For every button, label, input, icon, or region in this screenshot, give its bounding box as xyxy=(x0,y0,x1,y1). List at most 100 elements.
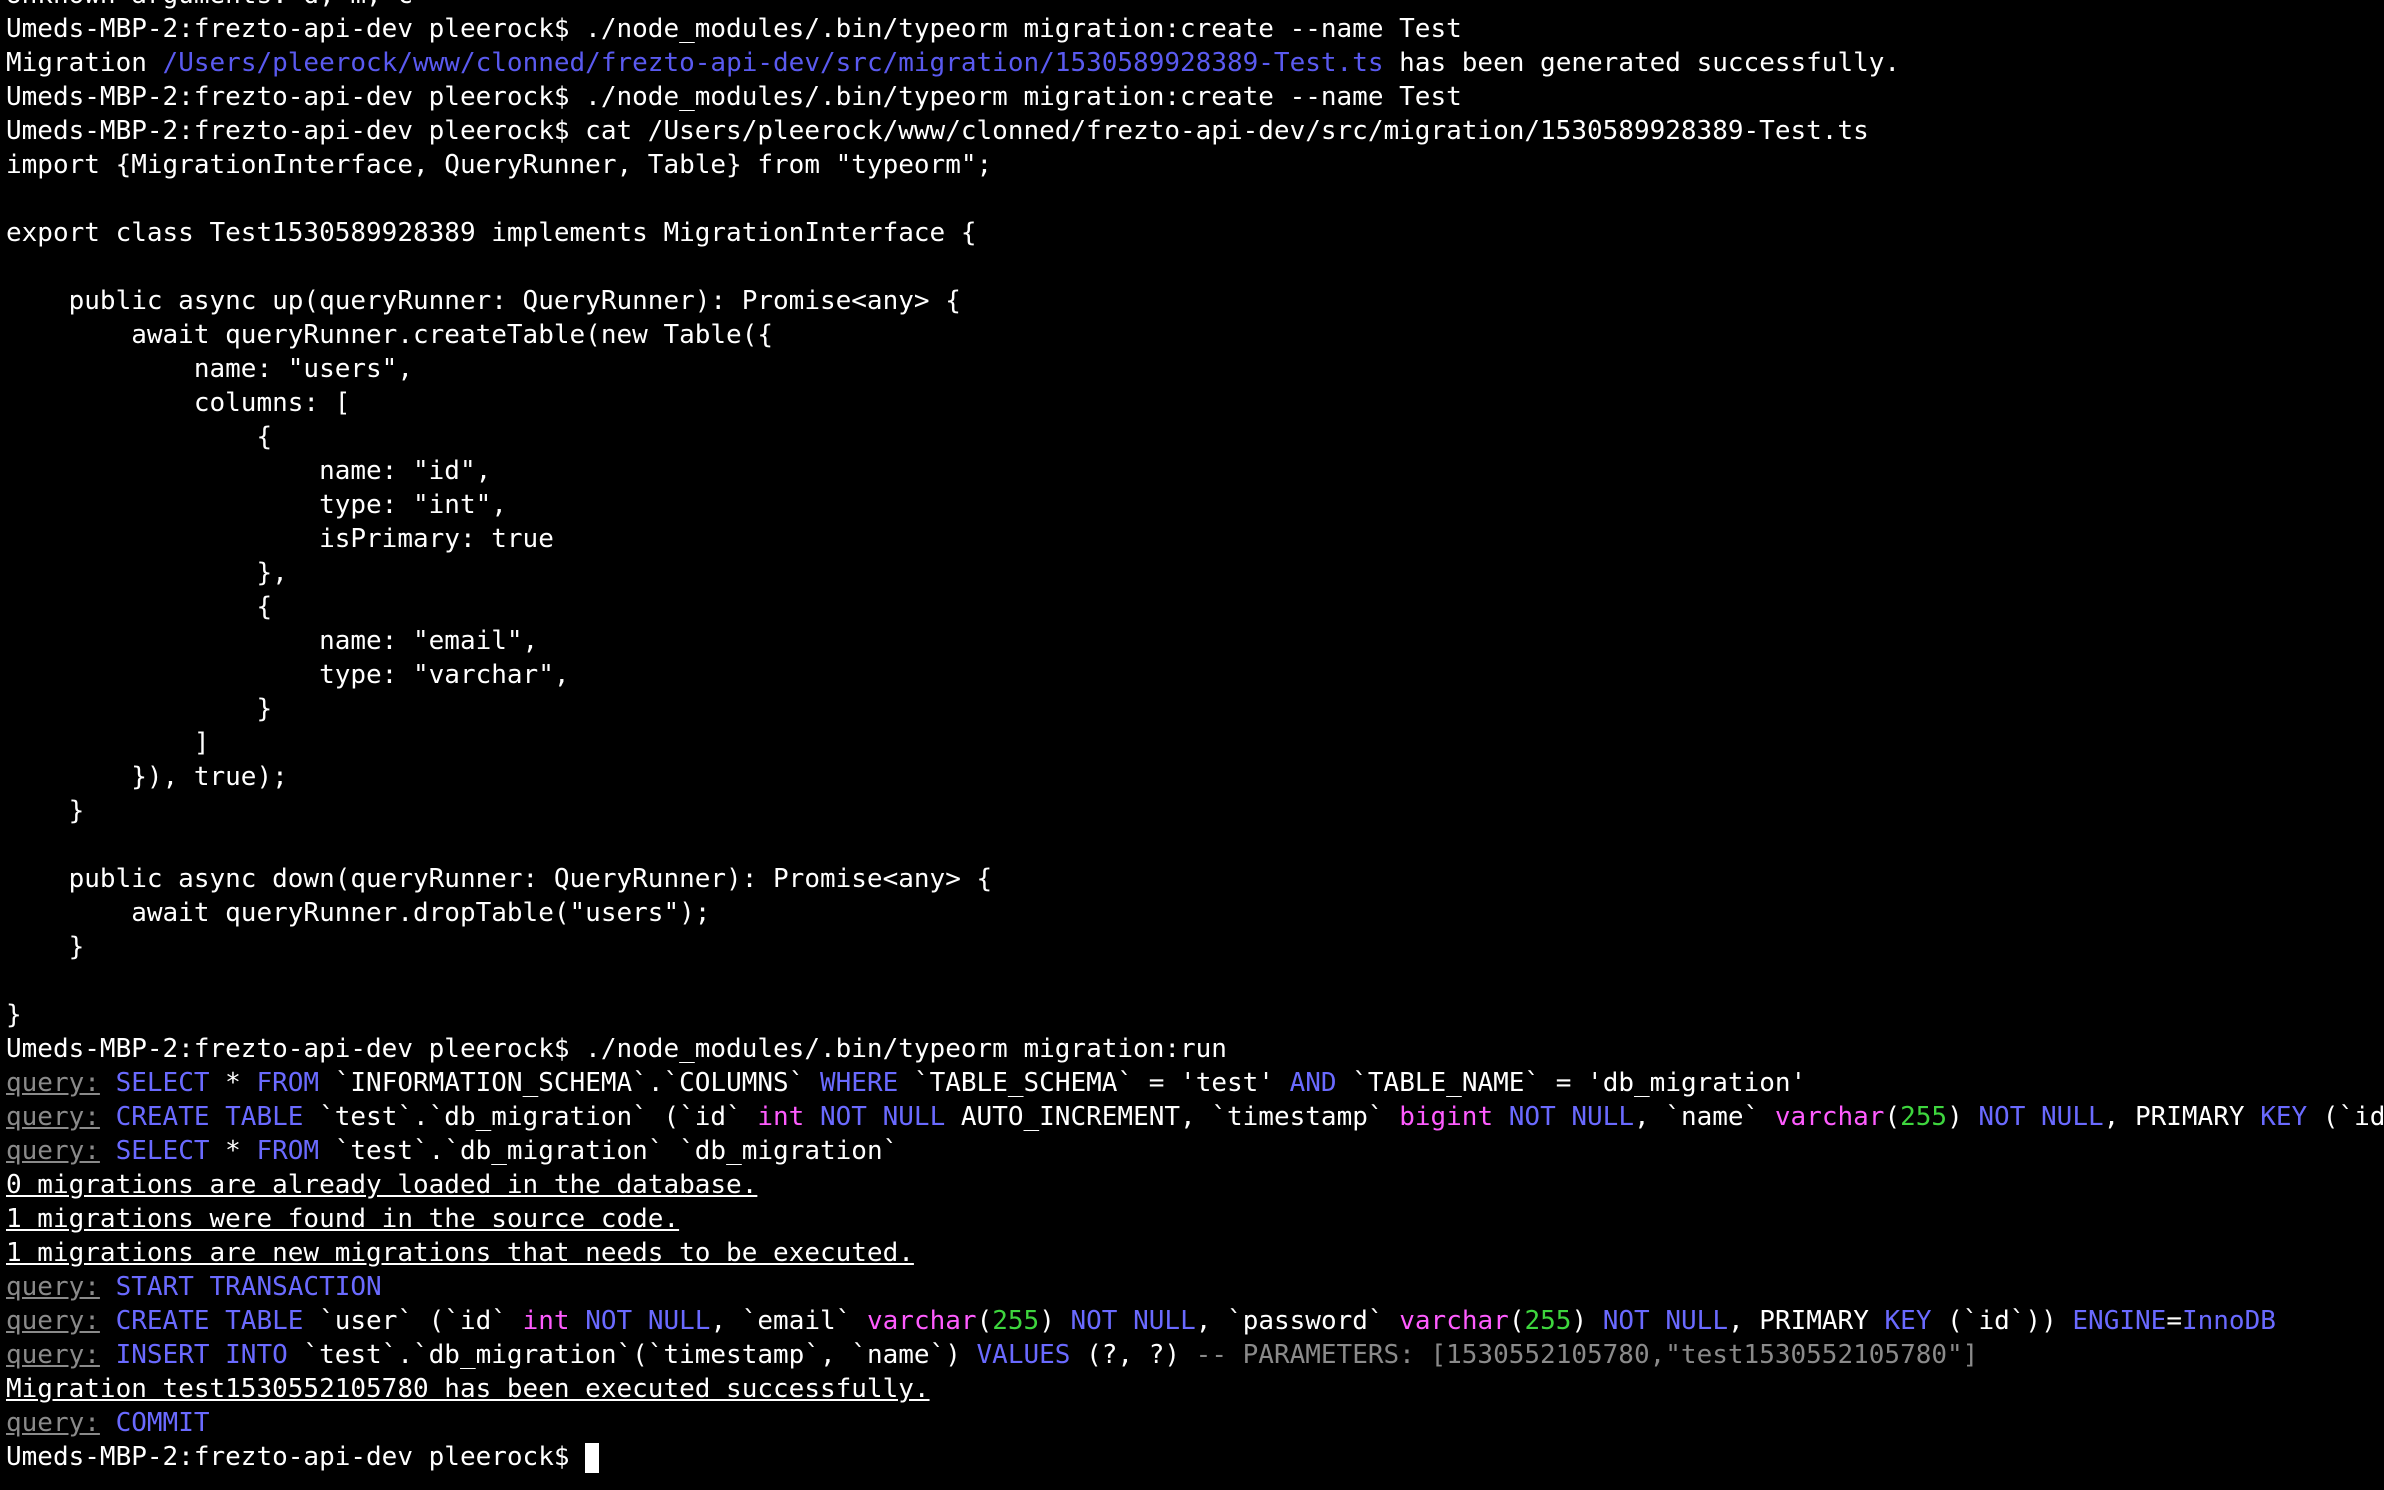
terminal-text: Umeds-MBP-2:frezto-api-dev pleerock$ ./n… xyxy=(6,14,1462,44)
terminal-text: FROM xyxy=(256,1068,320,1098)
terminal-line: type: "varchar", xyxy=(6,658,570,692)
terminal-line: await queryRunner.dropTable("users"); xyxy=(6,896,710,930)
terminal-line: Migration /Users/pleerock/www/clonned/fr… xyxy=(6,46,1900,80)
terminal-text: 255 xyxy=(992,1306,1040,1336)
terminal-line: name: "id", xyxy=(6,454,491,488)
terminal-text: 1 migrations were found in the source co… xyxy=(6,1204,680,1234)
terminal-line: query: COMMIT xyxy=(6,1406,210,1440)
terminal-line: query: SELECT * FROM `test`.`db_migratio… xyxy=(6,1134,898,1168)
terminal-text: CREATE TABLE xyxy=(115,1306,304,1336)
terminal-line: type: "int", xyxy=(6,488,507,522)
terminal-text: COMMIT xyxy=(115,1408,210,1438)
terminal-text: VALUES xyxy=(976,1340,1071,1370)
terminal-line: } xyxy=(6,998,22,1032)
terminal-text: (`id`)) xyxy=(1931,1306,2073,1336)
terminal-text: START TRANSACTION xyxy=(115,1272,382,1302)
terminal-text[interactable]: /Users/pleerock/www/clonned/frezto-api-d… xyxy=(163,48,1384,78)
terminal-text: 255 xyxy=(1900,1102,1948,1132)
terminal-text: await queryRunner.createTable(new Table(… xyxy=(6,320,774,350)
terminal-line: public async down(queryRunner: QueryRunn… xyxy=(6,862,993,896)
terminal-text: `user` (`id` xyxy=(303,1306,523,1336)
terminal-text: Umeds-MBP-2:frezto-api-dev pleerock$ ./n… xyxy=(6,82,1462,112)
terminal-text: Unknown arguments: d, m, c xyxy=(6,0,413,10)
terminal-text: * xyxy=(209,1068,257,1098)
terminal-line: query: INSERT INTO `test`.`db_migration`… xyxy=(6,1338,1978,1372)
terminal-text: CREATE TABLE xyxy=(115,1102,304,1132)
terminal-text: int xyxy=(757,1102,805,1132)
terminal-text: }), true); xyxy=(6,762,288,792)
terminal-text: name: "users", xyxy=(6,354,413,384)
terminal-text: { xyxy=(6,422,273,452)
terminal-text: NOT NULL xyxy=(585,1306,711,1336)
terminal-line: }), true); xyxy=(6,760,288,794)
terminal-text: NOT NULL xyxy=(820,1102,946,1132)
terminal-line: query: SELECT * FROM `INFORMATION_SCHEMA… xyxy=(6,1066,1806,1100)
terminal-text: { xyxy=(6,592,273,622)
query-label: query: xyxy=(6,1306,100,1336)
terminal-text: (?, ?) xyxy=(1070,1340,1196,1370)
terminal-text: WHERE xyxy=(820,1068,899,1098)
terminal-line: import {MigrationInterface, QueryRunner,… xyxy=(6,148,992,182)
terminal-line: } xyxy=(6,930,85,964)
terminal-text: Migration test1530552105780 has been exe… xyxy=(6,1374,930,1404)
terminal-line: Migration test1530552105780 has been exe… xyxy=(6,1372,930,1406)
terminal-line: query: CREATE TABLE `test`.`db_migration… xyxy=(6,1100,2384,1134)
terminal-text: type: "int", xyxy=(6,490,507,520)
terminal-text: name: "id", xyxy=(6,456,492,486)
terminal-text: ) xyxy=(1947,1102,1979,1132)
terminal-text: export class Test1530589928389 implement… xyxy=(6,218,977,248)
terminal-text: type: "varchar", xyxy=(6,660,570,690)
terminal-line: { xyxy=(6,420,272,454)
terminal-text: FROM xyxy=(256,1136,320,1166)
terminal-line: export class Test1530589928389 implement… xyxy=(6,216,977,250)
terminal-text: int xyxy=(522,1306,570,1336)
terminal-text: bigint xyxy=(1399,1102,1494,1132)
terminal-text: varchar xyxy=(866,1306,977,1336)
terminal-text: KEY xyxy=(2260,1102,2308,1132)
terminal-text: -- PARAMETERS: [1530552105780,"test15305… xyxy=(1195,1340,1979,1370)
terminal-line: isPrimary: true xyxy=(6,522,554,556)
terminal-line: Unknown arguments: d, m, c xyxy=(6,0,413,12)
terminal-text: has been generated successfully. xyxy=(1383,48,1901,78)
terminal-text: SELECT xyxy=(115,1068,210,1098)
terminal-text: NOT NULL xyxy=(1070,1306,1196,1336)
terminal-line: 1 migrations are new migrations that nee… xyxy=(6,1236,914,1270)
terminal-line: Umeds-MBP-2:frezto-api-dev pleerock$ ./n… xyxy=(6,12,1462,46)
terminal-line: columns: [ xyxy=(6,386,351,420)
terminal-window[interactable]: Unknown arguments: d, m, c Umeds-MBP-2:fr… xyxy=(0,0,2384,1490)
terminal-text: public async up(queryRunner: QueryRunner… xyxy=(6,286,961,316)
query-label: query: xyxy=(6,1136,100,1166)
terminal-line: query: START TRANSACTION xyxy=(6,1270,382,1304)
terminal-line: name: "users", xyxy=(6,352,413,386)
terminal-text: `test`.`db_migration` (`id` xyxy=(303,1102,758,1132)
terminal-line: ] xyxy=(6,726,210,760)
terminal-text: varchar xyxy=(1774,1102,1885,1132)
terminal-text: ] xyxy=(6,728,210,758)
terminal-line: 0 migrations are already loaded in the d… xyxy=(6,1168,757,1202)
terminal-text: INSERT INTO xyxy=(115,1340,288,1370)
query-label: query: xyxy=(6,1408,100,1438)
terminal-text: `TABLE_NAME` = 'db_migration' xyxy=(1336,1068,1807,1098)
terminal-text: } xyxy=(6,796,85,826)
terminal-line: } xyxy=(6,794,85,828)
terminal-text: columns: [ xyxy=(6,388,351,418)
terminal-text: }, xyxy=(6,558,288,588)
terminal-text: NOT NULL xyxy=(1602,1306,1728,1336)
terminal-text: , `email` xyxy=(710,1306,867,1336)
terminal-text: varchar xyxy=(1399,1306,1509,1336)
terminal-text: 255 xyxy=(1524,1306,1572,1336)
terminal-line: Umeds-MBP-2:frezto-api-dev pleerock$ ./n… xyxy=(6,80,1462,114)
terminal-text: `test`.`db_migration`(`timestamp`, `name… xyxy=(287,1340,977,1370)
terminal-text: } xyxy=(6,932,85,962)
terminal-text: AUTO_INCREMENT, `timestamp` xyxy=(945,1102,1400,1132)
terminal-text: } xyxy=(6,1000,22,1030)
terminal-text: * xyxy=(209,1136,257,1166)
